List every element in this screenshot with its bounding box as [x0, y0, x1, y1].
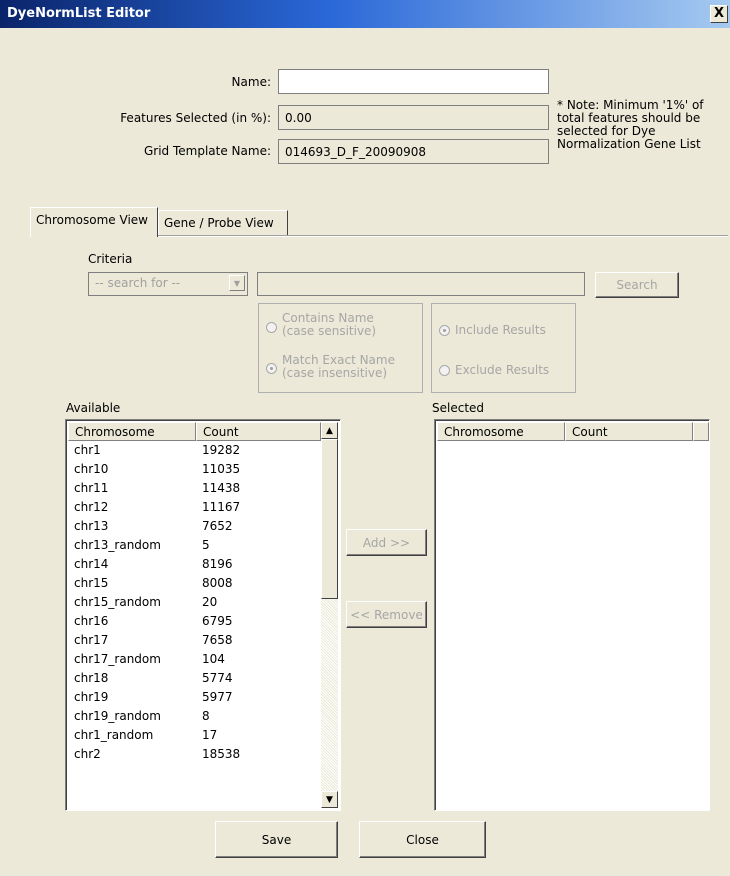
match-options-group: Contains Name (case sensitive) Match Exa… [258, 303, 423, 393]
count-cell: 17 [202, 728, 218, 742]
result-options-group: Include Results Exclude Results [431, 303, 576, 393]
exclude-results-radio[interactable] [439, 365, 450, 376]
count-cell: 11035 [202, 462, 241, 476]
table-row[interactable]: chr13 7652 [68, 517, 316, 536]
close-window-button[interactable]: X [710, 5, 728, 23]
tab-chromosome-view[interactable]: Chromosome View [30, 207, 158, 237]
include-results-label: Include Results [455, 323, 546, 337]
table-row[interactable]: chr13_random 5 [68, 536, 316, 555]
add-button[interactable]: Add >> [346, 529, 427, 556]
count-cell: 18538 [202, 747, 241, 761]
available-column-chromosome[interactable]: Chromosome [68, 422, 196, 441]
chromosome-cell: chr10 [74, 462, 109, 476]
table-row[interactable]: chr15 8008 [68, 574, 316, 593]
table-row[interactable]: chr17_random 104 [68, 650, 316, 669]
table-row[interactable]: chr19_random 8 [68, 707, 316, 726]
chromosome-cell: chr2 [74, 747, 101, 761]
match-exact-name-radio[interactable] [266, 363, 277, 374]
grid-template-field [278, 139, 549, 164]
selected-list[interactable]: Chromosome Count [434, 419, 710, 811]
scrollbar-thumb[interactable] [321, 439, 338, 599]
available-column-count[interactable]: Count [196, 422, 321, 441]
table-row[interactable]: chr12 11167 [68, 498, 316, 517]
search-text-input[interactable] [257, 272, 585, 296]
dropdown-arrow-icon[interactable]: ▼ [229, 275, 245, 291]
chromosome-cell: chr16 [74, 614, 109, 628]
count-cell: 7658 [202, 633, 233, 647]
criteria-label: Criteria [88, 252, 133, 266]
table-row[interactable]: chr1_random 17 [68, 726, 316, 745]
save-button[interactable]: Save [215, 821, 338, 858]
chromosome-cell: chr19_random [74, 709, 161, 723]
table-row[interactable]: chr2 18538 [68, 745, 316, 764]
chromosome-cell: chr18 [74, 671, 109, 685]
selected-column-filler [693, 422, 709, 441]
chromosome-cell: chr19 [74, 690, 109, 704]
grid-template-label: Grid Template Name: [143, 144, 271, 158]
count-cell: 5 [202, 538, 210, 552]
count-cell: 8 [202, 709, 210, 723]
tab-gene-probe-view[interactable]: Gene / Probe View [158, 210, 288, 235]
features-selected-field [278, 105, 549, 130]
match-exact-name-label: Match Exact Name (case insensitive) [282, 353, 395, 380]
count-cell: 19282 [202, 443, 241, 457]
name-input[interactable] [278, 69, 549, 94]
contains-name-radio[interactable] [266, 322, 277, 333]
search-for-combo[interactable]: -- search for -- ▼ [88, 272, 248, 296]
selected-label: Selected [432, 401, 485, 415]
count-cell: 104 [202, 652, 225, 666]
selected-column-count[interactable]: Count [565, 422, 693, 441]
chromosome-cell: chr15 [74, 576, 109, 590]
count-cell: 11438 [202, 481, 241, 495]
name-label: Name: [231, 75, 271, 89]
count-cell: 5977 [202, 690, 233, 704]
scroll-up-arrow-icon[interactable]: ▲ [321, 422, 338, 439]
chromosome-cell: chr13_random [74, 538, 161, 552]
available-list-header: Chromosome Count [68, 422, 321, 441]
count-cell: 11167 [202, 500, 241, 514]
available-label: Available [66, 401, 121, 415]
count-cell: 6795 [202, 614, 233, 628]
search-button[interactable]: Search [595, 272, 679, 298]
chromosome-cell: chr13 [74, 519, 109, 533]
table-row[interactable]: chr10 11035 [68, 460, 316, 479]
table-row[interactable]: chr15_random 20 [68, 593, 316, 612]
chromosome-cell: chr1_random [74, 728, 154, 742]
title-bar: DyeNormList Editor X [0, 0, 730, 28]
selected-column-chromosome[interactable]: Chromosome [437, 422, 565, 441]
table-row[interactable]: chr16 6795 [68, 612, 316, 631]
chromosome-cell: chr14 [74, 557, 109, 571]
available-list[interactable]: Chromosome Count chr1 19282 chr10 11035 chr1… [65, 419, 341, 811]
table-row[interactable]: chr18 5774 [68, 669, 316, 688]
scroll-down-arrow-icon[interactable]: ▼ [321, 791, 338, 808]
selected-list-header: Chromosome Count [437, 422, 709, 441]
table-row[interactable]: chr19 5977 [68, 688, 316, 707]
chromosome-cell: chr17_random [74, 652, 161, 666]
search-for-value: -- search for -- [95, 276, 181, 290]
chromosome-cell: chr12 [74, 500, 109, 514]
window-title: DyeNormList Editor [7, 6, 151, 21]
available-scrollbar[interactable]: ▲ ▼ [321, 422, 338, 808]
count-cell: 5774 [202, 671, 233, 685]
table-row[interactable]: chr11 11438 [68, 479, 316, 498]
include-results-radio[interactable] [439, 325, 450, 336]
minimum-features-note: * Note: Minimum '1%' of total features s… [557, 98, 704, 151]
table-row[interactable]: chr17 7658 [68, 631, 316, 650]
available-rows: chr1 19282 chr10 11035 chr11 11438 chr12 11167 c… [68, 441, 316, 764]
close-button[interactable]: Close [359, 821, 486, 858]
count-cell: 7652 [202, 519, 233, 533]
remove-button[interactable]: << Remove [346, 601, 427, 628]
count-cell: 8196 [202, 557, 233, 571]
chromosome-cell: chr1 [74, 443, 101, 457]
exclude-results-label: Exclude Results [455, 363, 550, 377]
table-row[interactable]: chr1 19282 [68, 441, 316, 460]
count-cell: 20 [202, 595, 218, 609]
count-cell: 8008 [202, 576, 233, 590]
chromosome-cell: chr17 [74, 633, 109, 647]
contains-name-label: Contains Name (case sensitive) [282, 311, 377, 338]
features-selected-label: Features Selected (in %): [120, 111, 271, 125]
chromosome-cell: chr15_random [74, 595, 161, 609]
chromosome-cell: chr11 [74, 481, 109, 495]
table-row[interactable]: chr14 8196 [68, 555, 316, 574]
